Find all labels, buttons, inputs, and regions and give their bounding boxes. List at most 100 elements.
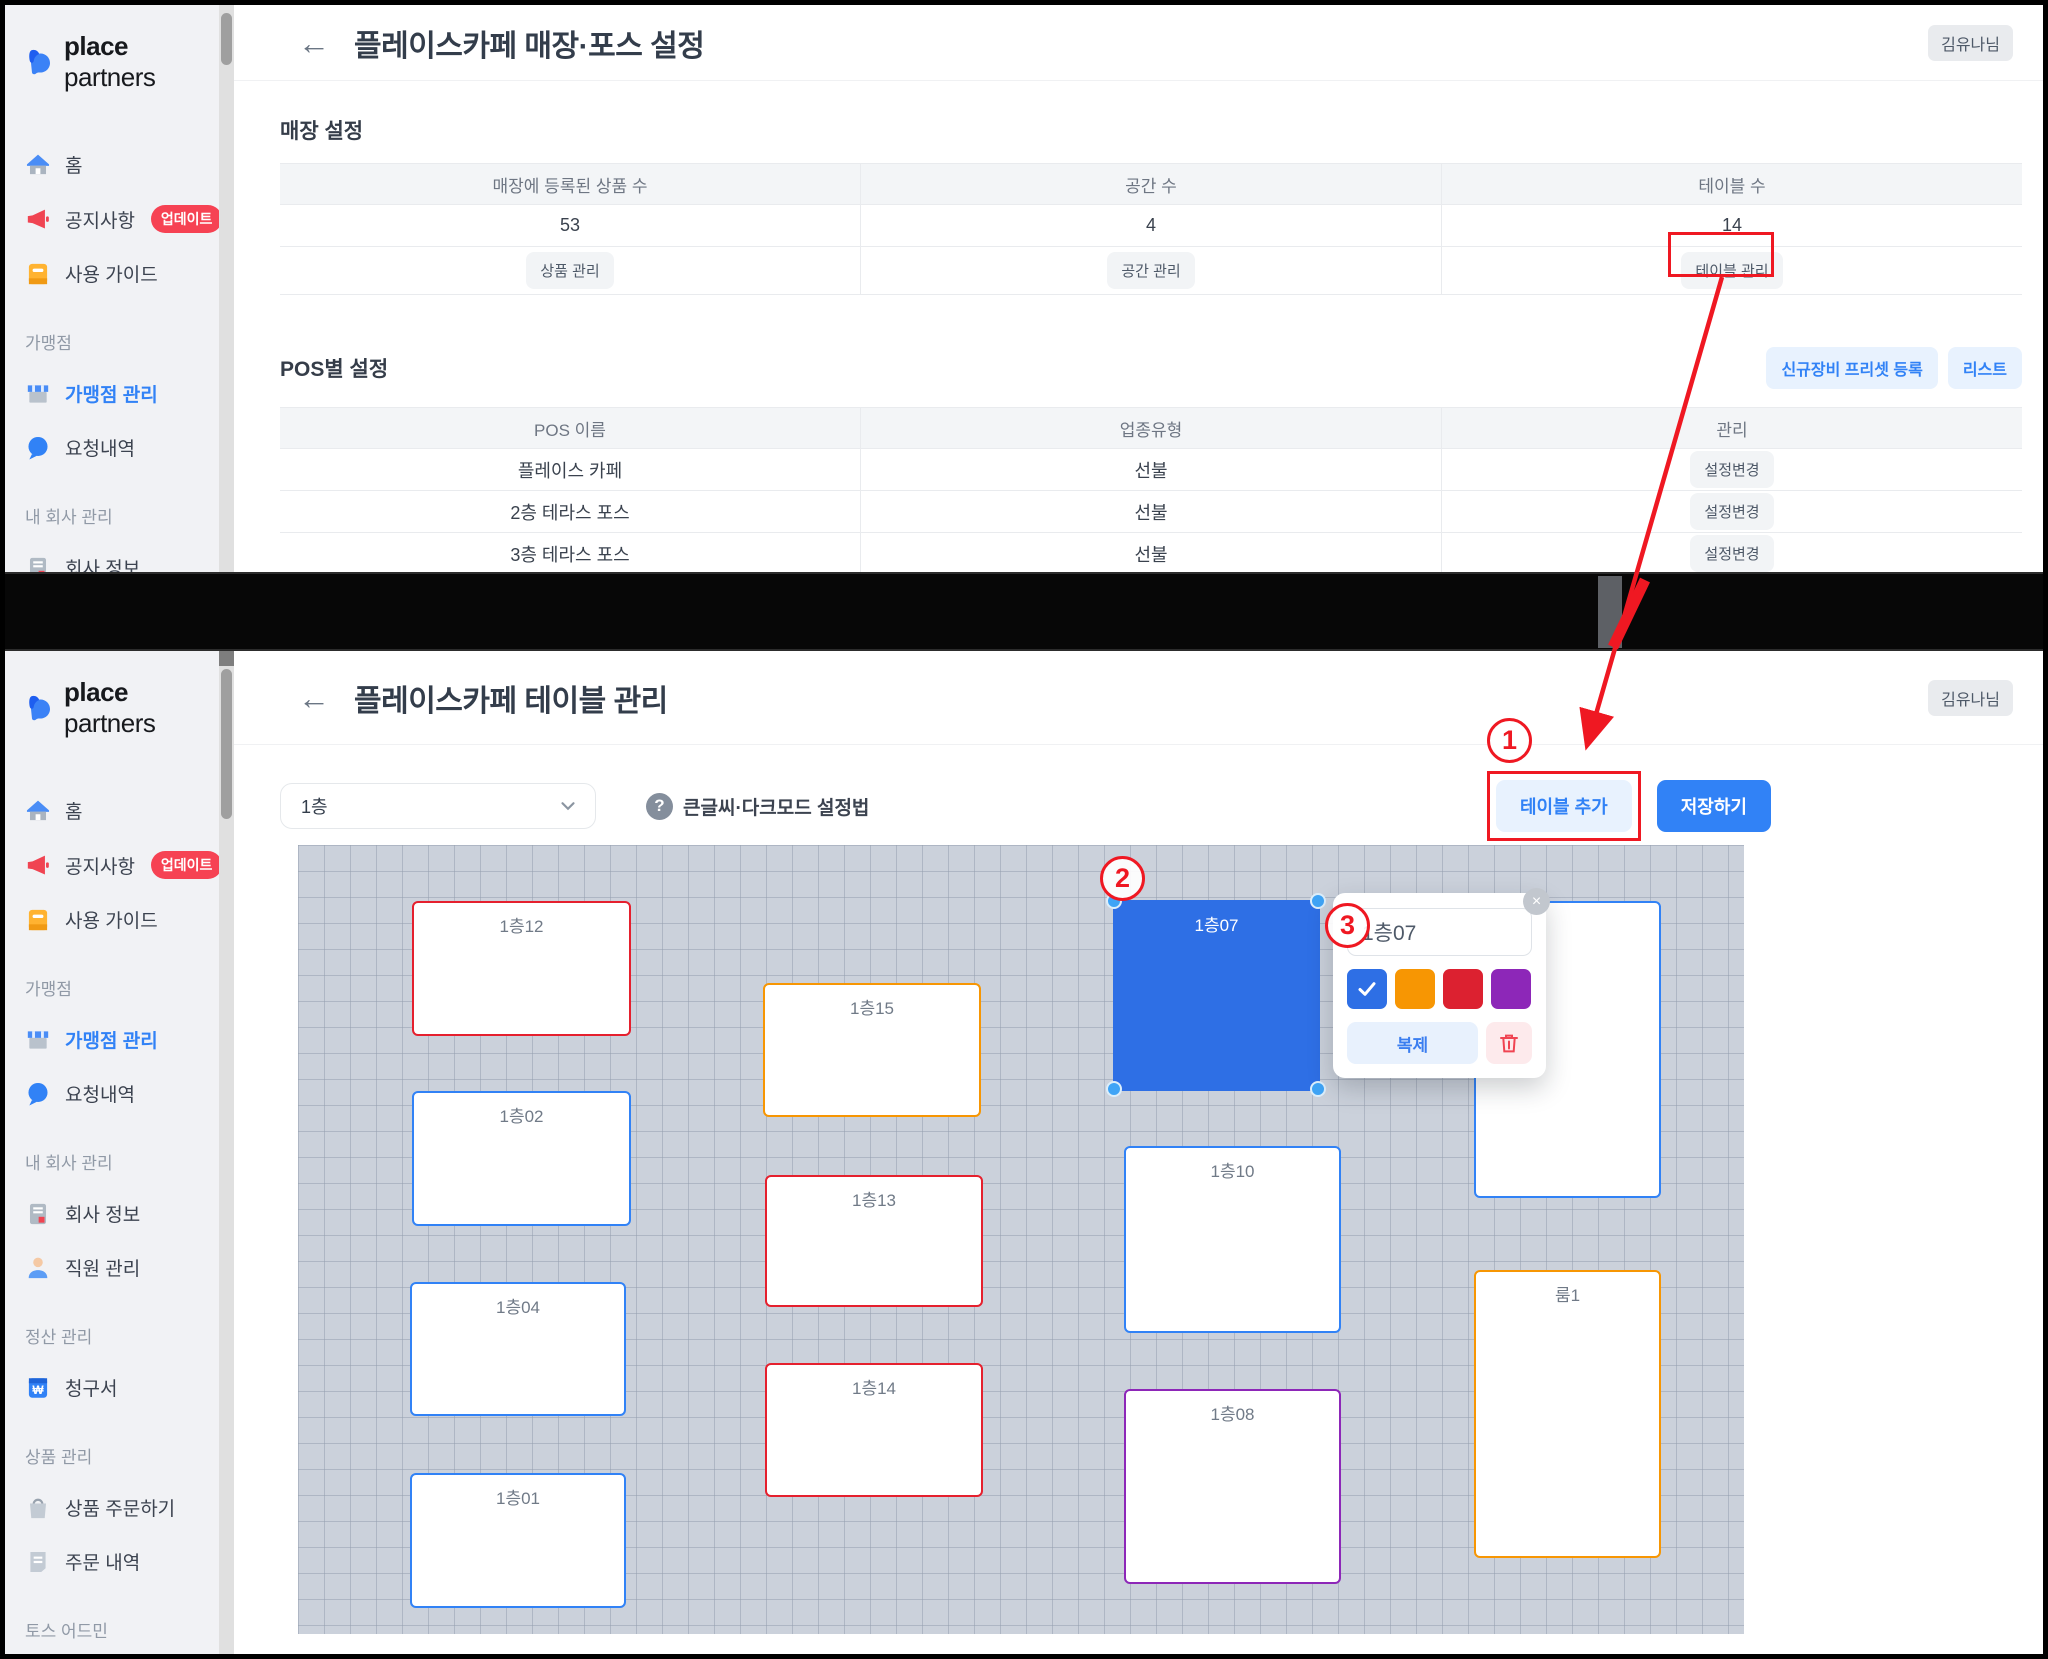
divider-artifact [1598, 576, 1622, 648]
color-swatch-purple[interactable] [1491, 969, 1531, 1009]
logo-icon [25, 693, 55, 723]
megaphone-icon [25, 206, 51, 232]
sidebar-section-label: 토스 어드민 [25, 1617, 201, 1642]
store-pos-settings-screen: place partners홈공지사항업데이트사용 가이드가맹점가맹점 관리요청… [5, 5, 2043, 572]
store-column-header: 테이블 수 [1441, 164, 2022, 204]
color-swatch-blue[interactable] [1347, 969, 1387, 1009]
scrollbar-thumb[interactable] [221, 669, 232, 819]
space-manage-button[interactable]: 공간 관리 [1107, 252, 1194, 289]
megaphone-icon [25, 852, 51, 878]
resize-handle[interactable] [1106, 1081, 1122, 1097]
page-header: ← 플레이스카페 테이블 관리 김유나님 [234, 651, 2043, 745]
table-card-label: 1층10 [1126, 1157, 1339, 1182]
app-logo[interactable]: place partners [25, 677, 201, 739]
scrollbar-thumb[interactable] [221, 13, 232, 65]
pos-settings-title: POS별 설정 [280, 353, 388, 383]
table-card[interactable]: 1층10 [1124, 1146, 1341, 1333]
table-card[interactable]: 1층12 [412, 901, 631, 1036]
table-card-label: 1층02 [414, 1102, 629, 1127]
person-icon [25, 1255, 51, 1281]
table-card[interactable]: 1층13 [765, 1175, 983, 1307]
sidebar-item-label: 회사 정보 [65, 554, 140, 572]
floor-select-dropdown[interactable]: 1층 [280, 783, 596, 829]
sidebar-item-order[interactable]: 주문 내역 [25, 1548, 201, 1575]
table-card[interactable]: 1층02 [412, 1091, 631, 1226]
back-arrow-icon[interactable]: ← [298, 682, 330, 714]
sidebar-item-home[interactable]: 홈 [25, 151, 201, 178]
sidebar-item-bag[interactable]: 상품 주문하기 [25, 1494, 201, 1521]
sidebar-item-store[interactable]: 가맹점 관리 [25, 380, 201, 407]
scrollbar-up-arrow[interactable] [219, 651, 234, 666]
new-device-preset-button[interactable]: 신규장비 프리셋 등록 [1766, 347, 1937, 389]
sidebar-item-guide[interactable]: 사용 가이드 [25, 906, 201, 933]
logo-text: place partners [64, 31, 201, 93]
color-swatch-orange[interactable] [1395, 969, 1435, 1009]
help-link[interactable]: ? 큰글씨·다크모드 설정법 [646, 793, 869, 820]
sidebar-item-chat[interactable]: 요청내역 [25, 1080, 201, 1107]
sidebar-item-guide[interactable]: 사용 가이드 [25, 260, 201, 287]
pos-action-cell: 설정변경 [1441, 449, 2022, 490]
table-card[interactable]: 1층15 [763, 983, 981, 1117]
color-swatch-red[interactable] [1443, 969, 1483, 1009]
settings-change-button[interactable]: 설정변경 [1690, 493, 1773, 530]
table-edit-popup: × 복제 [1333, 893, 1546, 1078]
update-badge: 업데이트 [151, 205, 223, 233]
sidebar-item-label: 공지사항 [65, 206, 135, 233]
settings-change-button[interactable]: 설정변경 [1690, 535, 1773, 572]
close-icon[interactable]: × [1523, 888, 1550, 915]
sidebar-item-company[interactable]: 회사 정보 [25, 554, 201, 572]
delete-button[interactable] [1486, 1022, 1532, 1064]
product-manage-button[interactable]: 상품 관리 [526, 252, 613, 289]
app-logo[interactable]: place partners [25, 31, 201, 93]
check-icon [1355, 977, 1379, 1001]
sidebar-item-megaphone[interactable]: 공지사항업데이트 [25, 851, 201, 879]
back-arrow-icon[interactable]: ← [298, 27, 330, 59]
sidebar-item-label: 사용 가이드 [65, 906, 158, 933]
sidebar-item-home[interactable]: 홈 [25, 797, 201, 824]
sidebar-scrollbar[interactable] [219, 651, 234, 1654]
table-card-label: 1층13 [767, 1186, 981, 1211]
user-badge[interactable]: 김유나님 [1928, 25, 2013, 61]
sidebar-item-store[interactable]: 가맹점 관리 [25, 1026, 201, 1053]
company-icon [25, 1201, 51, 1227]
sidebar-item-bill[interactable]: ₩청구서 [25, 1374, 201, 1401]
floor-plan-canvas[interactable]: 룸1 1층08 1층10 1층07 1층14 1층13 1층15 1층01 1층04 1층02 1층… [298, 845, 1744, 1634]
settings-change-button[interactable]: 설정변경 [1690, 451, 1773, 488]
resize-handle[interactable] [1310, 1081, 1326, 1097]
main-area: ← 플레이스카페 테이블 관리 김유나님 1층 ? 큰글씨·다크모드 설정법 [234, 651, 2043, 1654]
table-name-input[interactable] [1347, 908, 1532, 956]
bill-icon: ₩ [25, 1375, 51, 1401]
sidebar-item-chat[interactable]: 요청내역 [25, 434, 201, 461]
pos-type-cell: 선불 [860, 491, 1441, 532]
pos-table-row: 3층 테라스 포스선불설정변경 [280, 533, 2022, 572]
sidebar-scrollbar[interactable] [219, 5, 234, 572]
duplicate-button[interactable]: 복제 [1347, 1022, 1478, 1064]
table-card[interactable]: 1층04 [410, 1282, 626, 1416]
table-card-label: 룸1 [1476, 1281, 1659, 1306]
sidebar-item-label: 상품 주문하기 [65, 1494, 175, 1521]
list-button[interactable]: 리스트 [1948, 347, 2022, 389]
table-card[interactable]: 룸1 [1474, 1270, 1661, 1558]
user-badge[interactable]: 김유나님 [1928, 680, 2013, 716]
add-table-button[interactable]: 테이블 추가 [1496, 780, 1632, 832]
screenshot-frame: place partners홈공지사항업데이트사용 가이드가맹점가맹점 관리요청… [0, 0, 2048, 1659]
resize-handle[interactable] [1310, 893, 1326, 909]
page-title: 플레이스카페 테이블 관리 [354, 676, 668, 720]
resize-handle[interactable] [1106, 893, 1122, 909]
pos-name-cell: 2층 테라스 포스 [280, 491, 860, 532]
table-manage-button[interactable]: 테이블 관리 [1681, 252, 1782, 289]
sidebar-item-megaphone[interactable]: 공지사항업데이트 [25, 205, 201, 233]
sidebar-item-label: 공지사항 [65, 852, 135, 879]
sidebar-item-person[interactable]: 직원 관리 [25, 1254, 201, 1281]
sidebar-item-label: 회사 정보 [65, 1200, 140, 1227]
sidebar-item-company[interactable]: 회사 정보 [25, 1200, 201, 1227]
table-card[interactable]: 1층14 [765, 1363, 983, 1497]
store-column-header: 매장에 등록된 상품 수 [280, 164, 860, 204]
table-card[interactable]: 1층01 [410, 1473, 626, 1608]
table-card[interactable]: 1층08 [1124, 1389, 1341, 1584]
table-card-selected[interactable]: 1층07 [1113, 900, 1320, 1091]
save-button[interactable]: 저장하기 [1657, 780, 1771, 832]
black-divider-band [5, 572, 2043, 651]
help-label: 큰글씨·다크모드 설정법 [683, 793, 869, 820]
pos-name-cell: 플레이스 카페 [280, 449, 860, 490]
